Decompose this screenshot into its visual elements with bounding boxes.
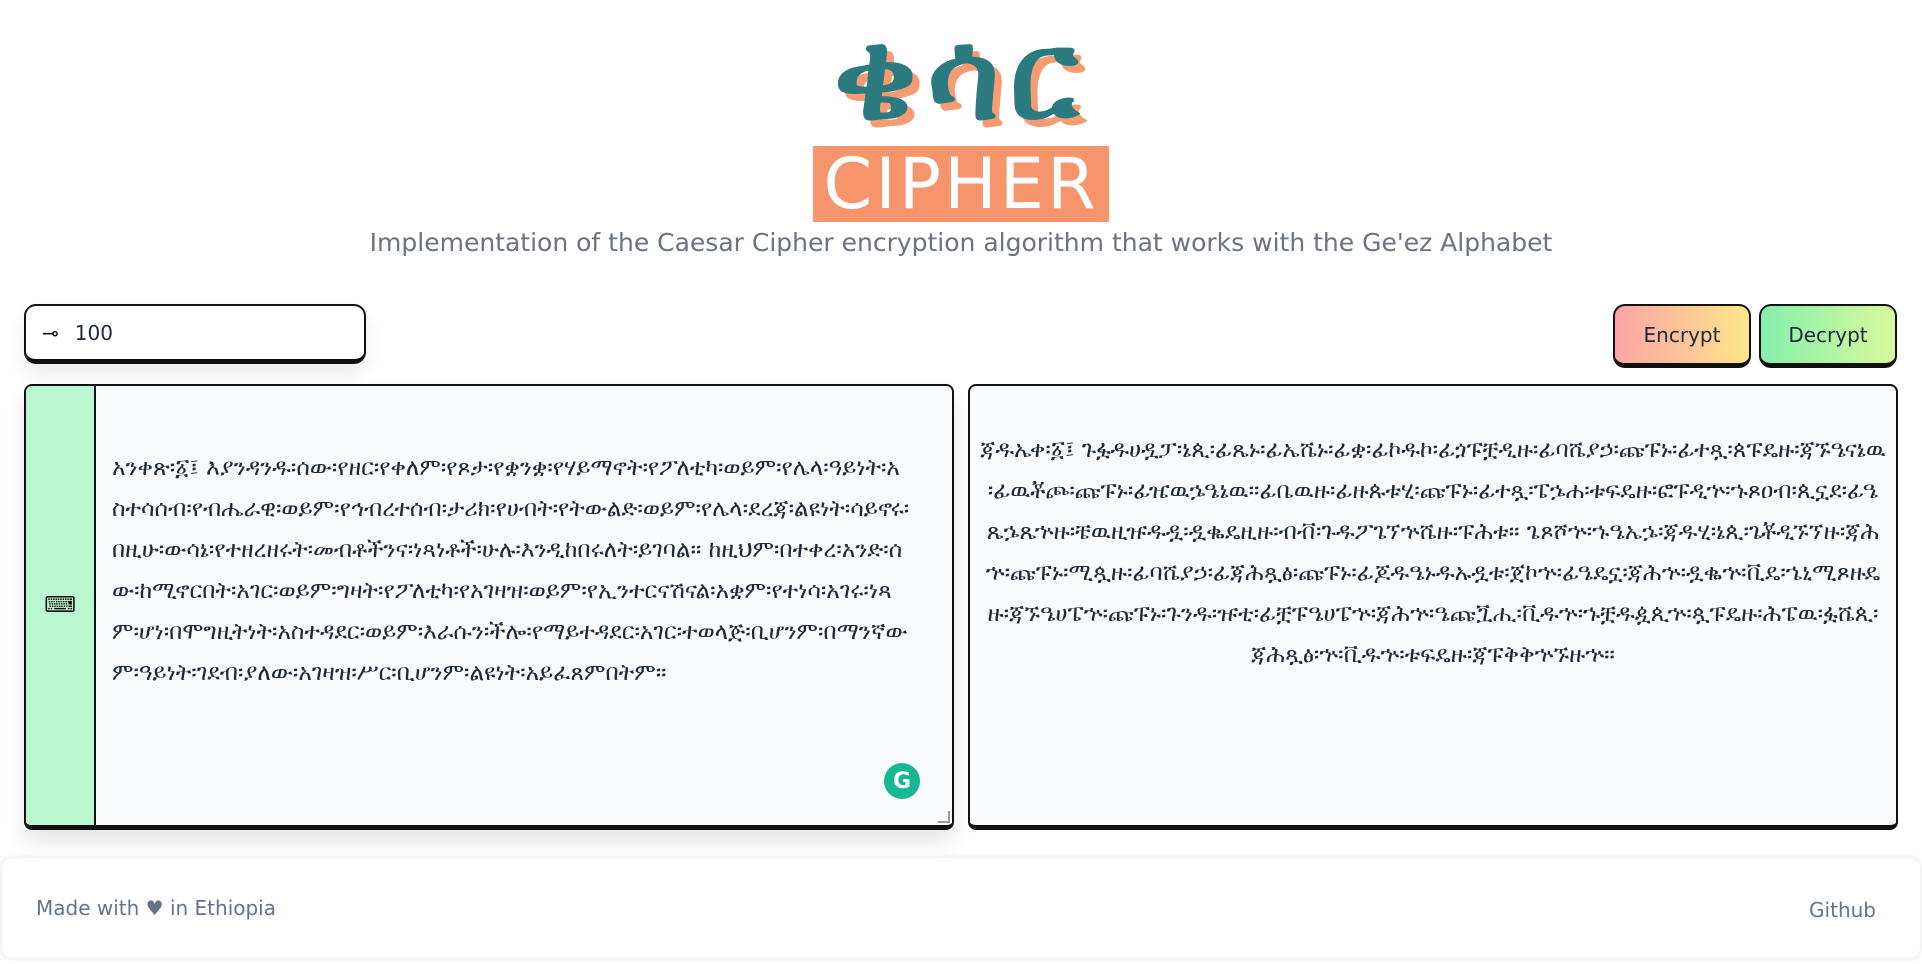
- shift-key-input[interactable]: [72, 319, 317, 346]
- footer-made-with: Made with ♥ in Ethiopia: [36, 896, 276, 920]
- grammarly-icon[interactable]: G: [884, 763, 920, 799]
- key-icon: ⊸: [42, 320, 59, 345]
- logo-cipher-text: CIPHER: [813, 146, 1109, 222]
- resize-handle[interactable]: [938, 811, 950, 823]
- logo-geez-text: ቄሳር: [833, 4, 1089, 148]
- key-field[interactable]: ⊸: [24, 304, 366, 364]
- app-logo: ቄሳር CIPHER: [0, 8, 1922, 222]
- github-link[interactable]: Github: [1809, 898, 1876, 922]
- keyboard-toggle[interactable]: ⌨: [26, 386, 96, 825]
- plaintext-textarea[interactable]: አንቀጽ፡፩፤ እያንዳንዱ፡ሰው፡የዘር፡የቀለም፡የጾታ፡የቋንቋ፡የሃይማ…: [96, 386, 952, 825]
- plaintext-content: አንቀጽ፡፩፤ እያንዳንዱ፡ሰው፡የዘር፡የቀለም፡የጾታ፡የቋንቋ፡የሃይማ…: [112, 455, 910, 686]
- encrypt-button[interactable]: Encrypt: [1613, 304, 1751, 368]
- output-panel: ጃዱኤቀ፡፩፤ ጉፏዱሀዷፓ፡ኔጲ፡ፊጼኑ፡ፊኤሼኑ፡ፊቋ፡ፊኮዱኮ፡ፊጏፑቿዲ…: [968, 384, 1898, 830]
- page-subtitle: Implementation of the Caesar Cipher encr…: [369, 228, 1553, 257]
- decrypt-button[interactable]: Decrypt: [1759, 304, 1897, 368]
- input-panel: ⌨ አንቀጽ፡፩፤ እያንዳንዱ፡ሰው፡የዘር፡የቀለም፡የጾታ፡የቋንቋ፡የሃ…: [24, 384, 954, 830]
- keyboard-icon: ⌨: [44, 593, 76, 618]
- ciphertext-output: ጃዱኤቀ፡፩፤ ጉፏዱሀዷፓ፡ኔጲ፡ፊጼኑ፡ፊኤሼኑ፡ፊቋ፡ፊኮዱኮ፡ፊጏፑቿዲ…: [980, 437, 1886, 668]
- footer: Made with ♥ in Ethiopia Github: [2, 858, 1920, 958]
